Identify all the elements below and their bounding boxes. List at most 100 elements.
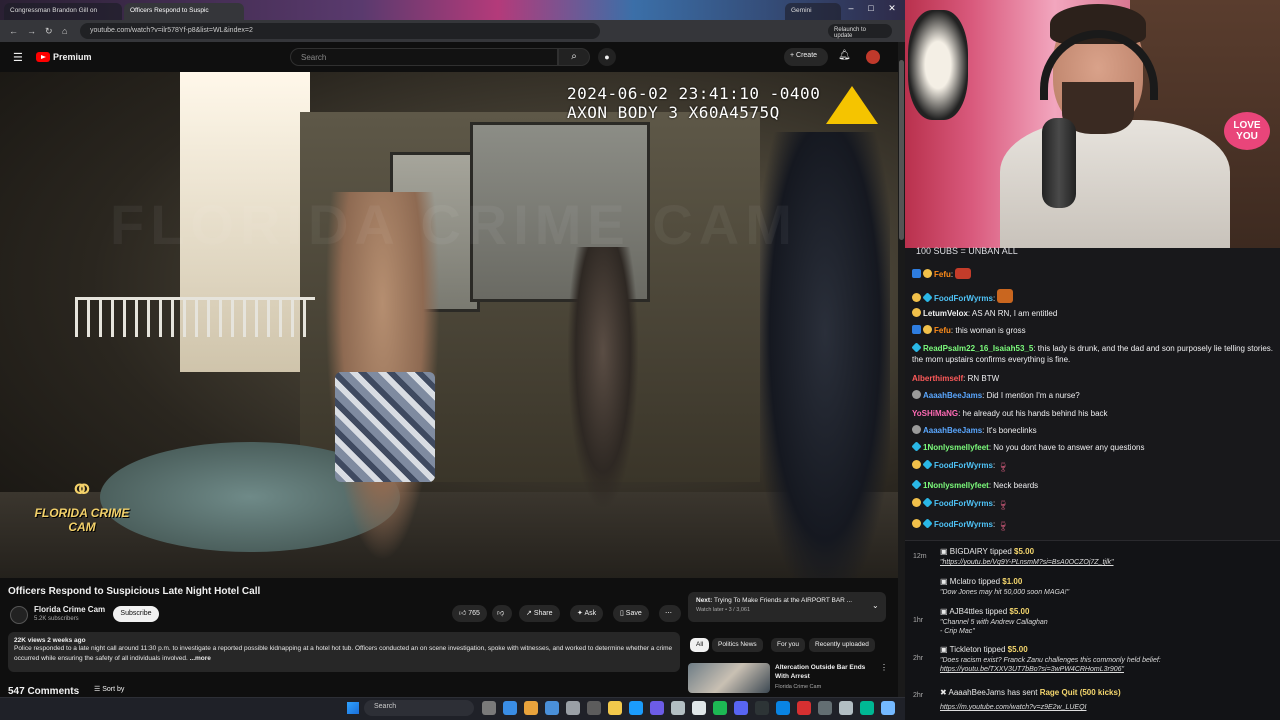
dislike-button[interactable]: 👎︎ xyxy=(492,605,512,622)
chat-username[interactable]: 1Nonlysmellyfeet xyxy=(923,481,989,490)
tip-message[interactable]: https://m.youtube.com/watch?v=z9E2w_LUEQ… xyxy=(940,704,1087,711)
app-icon[interactable] xyxy=(881,701,895,715)
share-button[interactable]: ↗ Share xyxy=(519,605,560,622)
save-button[interactable]: ▯ Save xyxy=(613,605,649,622)
microphone xyxy=(1042,118,1076,208)
search-input[interactable]: Search xyxy=(290,48,558,66)
tip-message: - Crip Mac" xyxy=(940,628,975,635)
chat-username[interactable]: LetumVelox xyxy=(923,309,968,318)
tip-time: 12m xyxy=(913,553,927,560)
chat-username[interactable]: FoodForWyrms xyxy=(934,294,993,303)
chat-username[interactable]: Fefu xyxy=(934,326,951,335)
reload-icon[interactable]: ↻ xyxy=(45,26,53,37)
more-vert-icon[interactable]: ⋮ xyxy=(880,663,888,672)
chip-all[interactable]: All xyxy=(690,638,710,652)
app-icon[interactable] xyxy=(818,701,832,715)
ask-label: Ask xyxy=(584,610,597,617)
menu-icon[interactable]: ☰ xyxy=(13,51,23,64)
recommended-thumbnail[interactable] xyxy=(688,663,770,693)
video-player[interactable]: FLORIDA CRIME CAM 2024-06-02 23:41:10 -0… xyxy=(0,72,898,578)
chat-username[interactable]: Alberthimself xyxy=(912,374,963,383)
windows-start-icon[interactable] xyxy=(347,702,359,714)
address-bar[interactable]: youtube.com/watch?v=ilr578Yf-p8&list=WL&… xyxy=(80,23,600,39)
app-icon[interactable] xyxy=(692,701,706,715)
chat-username[interactable]: ReadPsalm22_16_Isaiah53_5 xyxy=(923,344,1033,353)
task-view-icon[interactable] xyxy=(482,701,496,715)
badge-icon xyxy=(912,519,921,528)
app-icon[interactable] xyxy=(734,701,748,715)
channel-name[interactable]: Florida Crime Cam xyxy=(34,605,105,614)
maximize-icon[interactable]: □ xyxy=(863,3,879,17)
youtube-logo-icon[interactable] xyxy=(36,52,50,62)
subscribe-button[interactable]: Subscribe xyxy=(113,606,159,622)
close-icon[interactable]: ✕ xyxy=(884,3,900,17)
relaunch-button[interactable]: Relaunch to update xyxy=(828,24,892,39)
tip-message[interactable]: https://youtu.be/TXXV3UT7bBo?si=3wPW4CRH… xyxy=(940,666,1124,673)
search-icon[interactable]: ⌕ xyxy=(558,48,590,66)
app-icon[interactable] xyxy=(860,701,874,715)
woman xyxy=(568,247,638,507)
create-button[interactable]: + Create xyxy=(784,48,828,66)
app-icon[interactable] xyxy=(545,701,559,715)
app-icon[interactable] xyxy=(755,701,769,715)
chip-for-you[interactable]: For you xyxy=(771,638,806,652)
chip-politics-news[interactable]: Politics News xyxy=(712,638,763,652)
chat-message: AaaahBeeJams: It's boneclinks xyxy=(912,425,1274,436)
tip-time: 2hr xyxy=(913,655,924,662)
app-icon[interactable] xyxy=(587,701,601,715)
app-icon[interactable] xyxy=(671,701,685,715)
recommended-channel[interactable]: Florida Crime Cam xyxy=(775,684,821,690)
description-more[interactable]: ...more xyxy=(188,655,211,662)
tip-message[interactable]: "https://youtu.be/Vq9Y-PLnsmM?si=BsA0OCZ… xyxy=(940,559,1114,566)
badge-icon xyxy=(923,325,932,334)
wine-glass-icon: 🍷︎ xyxy=(997,500,1009,510)
spotify-icon[interactable] xyxy=(713,701,727,715)
chat-username[interactable]: Fefu xyxy=(934,270,951,279)
app-icon[interactable] xyxy=(797,701,811,715)
chat-username[interactable]: YoSHiMaNG xyxy=(912,409,958,418)
minimize-icon[interactable]: – xyxy=(843,3,859,17)
chat-username[interactable]: FoodForWyrms xyxy=(934,461,993,470)
up-next-card[interactable]: Next: Trying To Make Friends at the AIRP… xyxy=(688,592,886,622)
edge-icon[interactable] xyxy=(503,701,517,715)
chip-recently-uploaded[interactable]: Recently uploaded xyxy=(809,638,875,652)
file-explorer-icon[interactable] xyxy=(608,701,622,715)
chat-username[interactable]: 1Nonlysmellyfeet xyxy=(923,443,989,452)
badge-icon xyxy=(912,498,921,507)
chat-username[interactable]: FoodForWyrms xyxy=(934,499,993,508)
browser-tab-active[interactable]: Officers Respond to Suspic xyxy=(124,3,244,20)
tip-verb: tipped xyxy=(985,607,1008,616)
chrome-icon[interactable] xyxy=(524,701,538,715)
app-icon[interactable] xyxy=(650,701,664,715)
description-box[interactable]: 22K views 2 weeks ago Police responded t… xyxy=(8,632,680,672)
scrollbar-thumb[interactable] xyxy=(899,60,904,240)
chat-username[interactable]: FoodForWyrms xyxy=(934,520,993,529)
more-actions-icon[interactable]: ⋯ xyxy=(659,605,681,622)
browser-tab[interactable]: Congressman Brandon Gill on xyxy=(4,3,122,20)
notifications-icon[interactable]: 🔔︎ xyxy=(838,50,851,61)
ask-button[interactable]: ✦ Ask xyxy=(570,605,604,622)
recommended-title[interactable]: Altercation Outside Bar Ends With Arrest xyxy=(775,663,871,681)
app-icon[interactable] xyxy=(839,701,853,715)
app-icon[interactable] xyxy=(629,701,643,715)
up-next-label: Next: xyxy=(696,597,713,604)
channel-avatar[interactable] xyxy=(10,606,28,624)
back-icon[interactable]: ← xyxy=(9,26,18,36)
forward-icon[interactable]: → xyxy=(27,26,36,36)
chat-username[interactable]: AaaahBeeJams xyxy=(923,391,982,400)
app-icon[interactable] xyxy=(566,701,580,715)
browser-tab[interactable]: Gemini xyxy=(785,3,841,20)
home-icon[interactable]: ⌂ xyxy=(62,26,67,36)
like-button[interactable]: 👍︎ 765 xyxy=(452,605,487,622)
tip-amount: $5.00 xyxy=(1014,547,1035,556)
chat-text: this woman is gross xyxy=(955,326,1026,335)
avatar[interactable] xyxy=(866,50,880,64)
taskbar-search[interactable]: Search xyxy=(364,700,474,716)
chat-username[interactable]: AaaahBeeJams xyxy=(923,426,982,435)
wine-glass-icon: 🍷︎ xyxy=(997,462,1009,472)
chat-text: he already out his hands behind his back xyxy=(962,409,1108,418)
microphone-icon[interactable]: ● xyxy=(598,48,616,66)
chevron-down-icon[interactable]: ⌄ xyxy=(872,601,879,610)
app-icon[interactable] xyxy=(776,701,790,715)
sort-comments-button[interactable]: ☰ Sort by xyxy=(94,685,124,693)
